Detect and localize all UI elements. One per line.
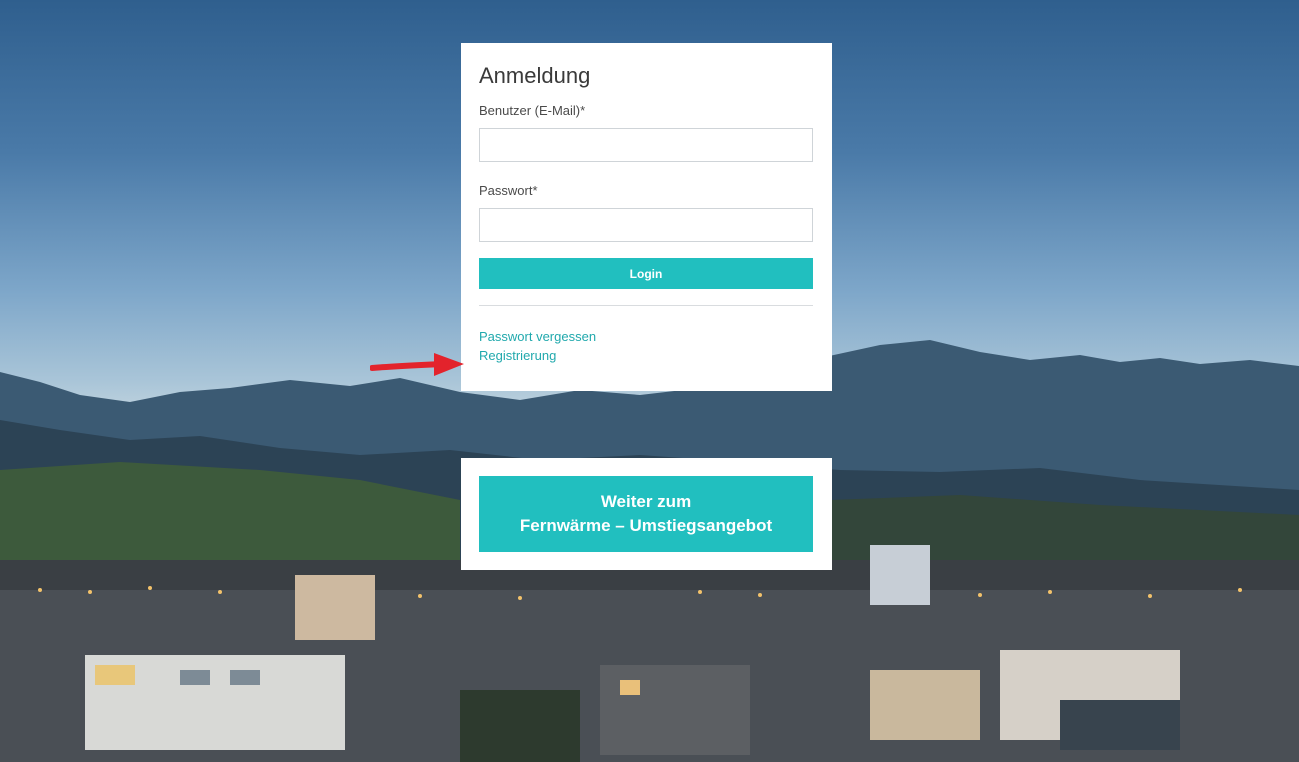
divider	[479, 305, 813, 306]
password-label: Passwort*	[479, 183, 538, 198]
offer-button-line1: Weiter zum	[600, 492, 692, 511]
login-panel: Anmeldung Benutzer (E-Mail)* Passwort* L…	[461, 43, 832, 391]
fernwaerme-offer-button[interactable]: Weiter zum Fernwärme – Umstiegsangebot	[479, 476, 813, 552]
user-email-label: Benutzer (E-Mail)*	[479, 103, 586, 118]
offer-panel: Weiter zum Fernwärme – Umstiegsangebot	[461, 458, 832, 570]
register-link[interactable]: Registrierung	[479, 346, 814, 365]
login-button[interactable]: Login	[479, 258, 813, 289]
password-input[interactable]	[479, 208, 813, 242]
offer-button-line2: Fernwärme – Umstiegsangebot	[519, 516, 773, 535]
forgot-password-link[interactable]: Passwort vergessen	[479, 327, 814, 346]
user-email-input[interactable]	[479, 128, 813, 162]
login-title: Anmeldung	[479, 63, 591, 88]
login-links: Passwort vergessen Registrierung	[479, 327, 814, 365]
red-arrow-icon	[370, 353, 464, 376]
